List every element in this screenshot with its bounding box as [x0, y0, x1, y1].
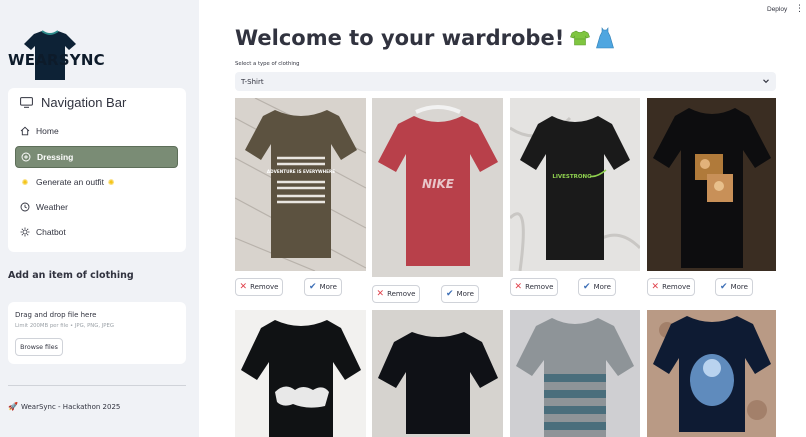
home-icon [20, 126, 30, 136]
remove-button[interactable]: ✕ Remove [372, 285, 420, 303]
clothing-photo: LIVESTRONG [510, 98, 640, 271]
nav-item-weather[interactable]: Weather [15, 196, 178, 218]
nav-item-dressing[interactable]: Dressing [15, 146, 178, 168]
clothing-type-label: Select a type of clothing [235, 61, 300, 67]
nav-item-label: Weather [36, 202, 68, 212]
sun-icon [20, 227, 30, 237]
more-button[interactable]: ✔ More [715, 278, 753, 296]
clothing-photo [647, 98, 776, 271]
logo-text: WEARSYNC [8, 51, 105, 69]
plus-circle-icon [21, 152, 31, 162]
shirt-print-text: ADVENTURE IS EVERYWHERE [267, 169, 335, 174]
shirt-print-text: NIKE [422, 177, 455, 191]
sparkle-icon: ✺ [21, 177, 29, 187]
navigation-card: Navigation Bar Home Dressing ✺ Generate … [8, 88, 186, 252]
footer-text: WearSync - Hackathon 2025 [20, 402, 121, 411]
file-uploader[interactable]: Drag and drop file here Limit 200MB per … [8, 302, 186, 364]
more-label: More [319, 283, 337, 291]
clothing-photo: ADVENTURE IS EVERYWHERE [235, 98, 366, 271]
check-icon: ✔ [446, 289, 454, 299]
nav-item-chatbot[interactable]: Chatbot [15, 221, 178, 243]
remove-button[interactable]: ✕ Remove [235, 278, 283, 296]
check-icon: ✔ [583, 282, 591, 292]
sidebar-divider [8, 385, 186, 386]
rocket-icon: 🚀 [8, 402, 18, 411]
close-icon: ✕ [239, 282, 248, 292]
navigation-title: Navigation Bar [20, 95, 126, 110]
check-icon: ✔ [309, 282, 317, 292]
sidebar: WEARSYNC Navigation Bar Home Dressing ✺ … [0, 0, 199, 437]
uploader-title: Drag and drop file here [15, 311, 97, 319]
clothing-type-select[interactable]: T-Shirt [235, 72, 776, 91]
more-button[interactable]: ✔ More [304, 278, 342, 296]
check-icon: ✔ [720, 282, 728, 292]
clothing-photo [510, 310, 640, 437]
deploy-button[interactable]: Deploy [767, 6, 787, 13]
close-icon: ✕ [651, 282, 660, 292]
navigation-title-text: Navigation Bar [41, 95, 127, 110]
nav-item-generate-outfit[interactable]: ✺ Generate an outfit ✺ [15, 171, 178, 193]
dress-icon [596, 27, 615, 49]
tshirt-icon [570, 30, 591, 46]
clock-icon [20, 202, 30, 212]
shirt-print-text: LIVESTRONG [552, 174, 592, 180]
remove-label: Remove [387, 290, 416, 298]
more-button[interactable]: ✔ More [578, 278, 616, 296]
add-item-heading: Add an item of clothing [8, 270, 134, 281]
clothing-photo [372, 310, 503, 437]
nav-item-label: Generate an outfit [36, 177, 105, 187]
clothing-photo: NIKE [372, 98, 503, 277]
sparkle-icon: ✺ [107, 177, 115, 187]
monitor-icon [20, 97, 33, 108]
uploader-limit: Limit 200MB per file • JPG, PNG, JPEG [15, 323, 114, 329]
close-icon: ✕ [376, 289, 385, 299]
clothing-type-value: T-Shirt [241, 77, 264, 86]
page-title-text: Welcome to your wardrobe! [235, 26, 565, 50]
remove-label: Remove [250, 283, 279, 291]
sidebar-footer: 🚀 WearSync - Hackathon 2025 [8, 402, 120, 411]
remove-button[interactable]: ✕ Remove [510, 278, 558, 296]
chevron-down-icon [763, 79, 769, 84]
page-title: Welcome to your wardrobe! [235, 26, 615, 50]
nav-item-label: Chatbot [36, 227, 66, 237]
close-icon: ✕ [514, 282, 523, 292]
more-label: More [456, 290, 474, 298]
remove-button[interactable]: ✕ Remove [647, 278, 695, 296]
clothing-photo [235, 310, 366, 437]
nav-item-label: Home [36, 126, 59, 136]
browse-files-button[interactable]: Browse files [15, 338, 63, 356]
clothing-photo [647, 310, 776, 437]
kebab-menu-icon[interactable]: ⋮ [795, 4, 804, 14]
more-button[interactable]: ✔ More [441, 285, 479, 303]
nav-item-label: Dressing [37, 152, 74, 162]
remove-label: Remove [662, 283, 691, 291]
more-label: More [593, 283, 611, 291]
nav-item-home[interactable]: Home [15, 120, 178, 142]
remove-label: Remove [525, 283, 554, 291]
more-label: More [730, 283, 748, 291]
